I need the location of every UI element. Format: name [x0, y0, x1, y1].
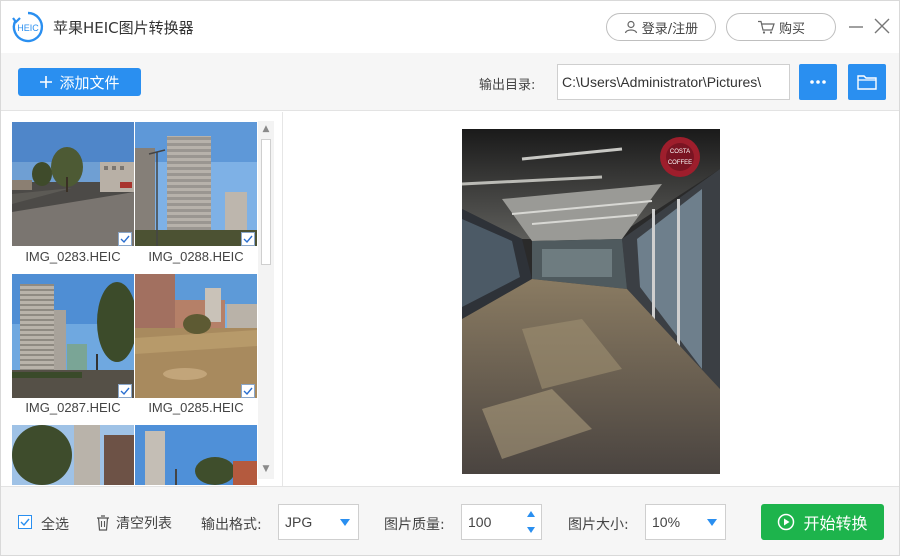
file-checkbox[interactable] — [241, 232, 255, 246]
checkmark-icon — [243, 387, 253, 396]
svg-text:COFFEE: COFFEE — [668, 160, 692, 166]
minimize-icon — [849, 26, 863, 28]
select-all-label[interactable]: 全选 — [41, 514, 69, 534]
app-logo-icon: HEIC — [12, 11, 44, 43]
more-options-button[interactable] — [799, 64, 837, 100]
title-bar: HEIC 苹果HEIC图片转换器 登录/注册 购买 — [1, 1, 899, 53]
minimize-button[interactable] — [845, 15, 867, 37]
scroll-down-icon[interactable]: ▼ — [261, 464, 271, 474]
image-size-select[interactable]: 10% — [645, 504, 726, 540]
add-file-button[interactable]: 添加文件 — [18, 68, 141, 96]
file-name: IMG_0285.HEIC — [148, 400, 244, 415]
preview-image: COSTA COFFEE — [462, 129, 720, 474]
select-all-checkbox[interactable] — [18, 515, 32, 529]
file-thumbnail[interactable] — [135, 122, 257, 246]
play-circle-icon — [778, 513, 795, 531]
svg-text:COSTA: COSTA — [670, 149, 690, 155]
scroll-up-icon[interactable]: ▲ — [261, 124, 271, 134]
start-convert-label: 开始转换 — [803, 514, 868, 533]
file-list-panel: IMG_0283.HEIC IMG_0288.HEIC IMG_0287.HEI… — [1, 112, 283, 486]
file-name: IMG_0288.HEIC — [148, 249, 244, 264]
thumbnail-image — [135, 425, 257, 485]
chevron-down-icon — [340, 519, 350, 526]
output-format-value: JPG — [285, 514, 313, 530]
trash-icon — [97, 515, 109, 531]
user-icon — [624, 20, 637, 34]
file-name: IMG_0287.HEIC — [25, 400, 121, 415]
thumbnail-image — [12, 274, 134, 398]
thumbnail-image — [135, 122, 257, 246]
file-checkbox[interactable] — [118, 232, 132, 246]
file-thumbnail[interactable] — [135, 425, 257, 485]
buy-button[interactable]: 购买 — [726, 13, 836, 41]
file-checkbox[interactable] — [118, 384, 132, 398]
image-quality-label: 图片质量: — [384, 517, 445, 533]
checkmark-icon — [120, 235, 130, 244]
close-button[interactable] — [871, 15, 893, 37]
plus-icon — [40, 76, 53, 88]
thumbnail-image — [135, 274, 257, 398]
app-window: HEIC 苹果HEIC图片转换器 登录/注册 购买 添加文件 输出目录: C:\… — [0, 0, 900, 556]
output-dir-input[interactable] — [557, 64, 790, 100]
checkmark-icon — [120, 387, 130, 396]
chevron-down-icon — [707, 519, 717, 526]
login-label: 登录/注册 — [641, 21, 699, 37]
add-file-label: 添加文件 — [59, 73, 120, 92]
image-quality-stepper[interactable]: 100 — [461, 504, 542, 540]
cart-icon — [757, 20, 775, 34]
toolbar: 添加文件 输出目录: — [1, 53, 899, 111]
app-title: 苹果HEIC图片转换器 — [53, 19, 194, 37]
checkmark-icon — [243, 235, 253, 244]
thumbnail-image — [12, 425, 134, 485]
output-format-select[interactable]: JPG — [278, 504, 359, 540]
app-logo-text: HEIC — [17, 23, 39, 33]
open-folder-button[interactable] — [848, 64, 886, 100]
clear-list-label: 清空列表 — [116, 516, 172, 532]
file-thumbnail[interactable] — [135, 274, 257, 398]
image-quality-value: 100 — [468, 514, 492, 530]
file-list-scrollbar[interactable]: ▲ ▼ — [258, 121, 274, 479]
buy-label: 购买 — [778, 21, 805, 37]
ellipsis-icon — [810, 80, 826, 84]
image-size-label: 图片大小: — [568, 517, 629, 533]
output-dir-label: 输出目录: — [479, 78, 536, 93]
bottom-bar: 全选 清空列表 输出格式: JPG 图片质量: 100 图片大小: 10% 开始… — [1, 486, 899, 555]
file-thumbnail[interactable] — [12, 274, 134, 398]
close-icon — [874, 18, 890, 34]
preview-area: COSTA COFFEE — [284, 112, 899, 486]
stepper-arrows-icon[interactable] — [525, 509, 537, 535]
folder-icon — [857, 75, 877, 90]
file-checkbox[interactable] — [241, 384, 255, 398]
clear-list-button[interactable]: 清空列表 — [96, 513, 172, 533]
output-format-label: 输出格式: — [201, 517, 262, 533]
checkmark-icon — [20, 518, 30, 527]
login-button[interactable]: 登录/注册 — [606, 13, 716, 41]
file-thumbnail[interactable] — [12, 425, 134, 485]
file-name: IMG_0283.HEIC — [25, 249, 121, 264]
start-convert-button[interactable]: 开始转换 — [761, 504, 884, 540]
scrollbar-thumb[interactable] — [261, 139, 271, 265]
thumbnail-image — [12, 122, 134, 246]
image-size-value: 10% — [652, 514, 681, 530]
file-thumbnail[interactable] — [12, 122, 134, 246]
